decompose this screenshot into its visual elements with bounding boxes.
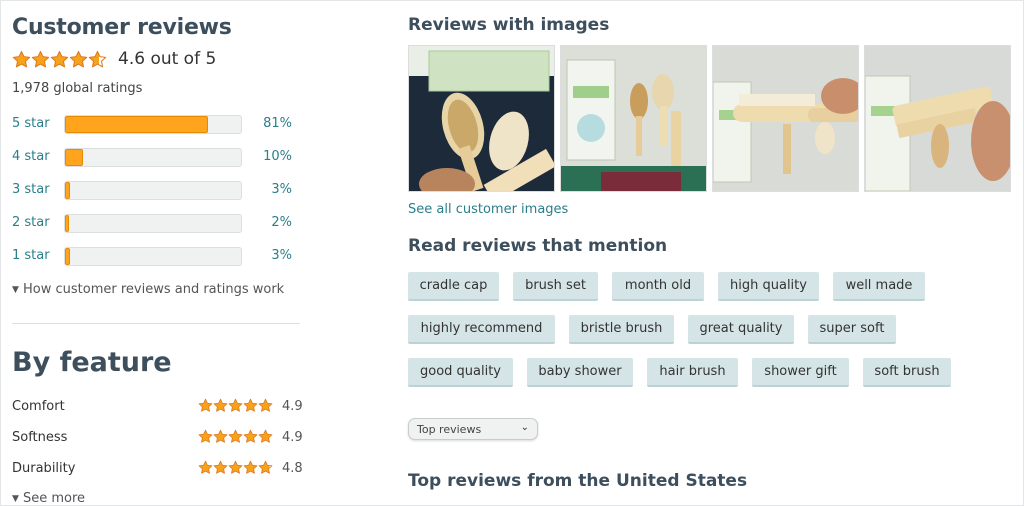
histogram-label[interactable]: 3 star bbox=[12, 182, 50, 197]
chevron-down-icon: ⌄ bbox=[520, 422, 529, 433]
histogram-fill bbox=[65, 116, 208, 133]
histogram-label[interactable]: 4 star bbox=[12, 149, 50, 164]
review-image-4[interactable] bbox=[864, 45, 1011, 192]
review-image-1[interactable] bbox=[408, 45, 555, 192]
feature-stars-icon bbox=[198, 460, 273, 475]
feature-stars-icon bbox=[198, 398, 273, 413]
feature-rating: 4.8 bbox=[282, 461, 303, 476]
divider bbox=[12, 323, 300, 324]
mention-chip[interactable]: high quality bbox=[718, 272, 819, 301]
histogram-row-1[interactable]: 1 star 3% bbox=[12, 246, 302, 266]
histogram-bar[interactable] bbox=[64, 148, 242, 167]
mention-chip[interactable]: brush set bbox=[513, 272, 598, 301]
feature-row-durability: Durability 4.8 bbox=[12, 459, 303, 479]
histogram-percent[interactable]: 3% bbox=[271, 182, 292, 197]
reviews-with-images-heading: Reviews with images bbox=[408, 15, 610, 35]
top-reviews-heading: Top reviews from the United States bbox=[408, 471, 748, 491]
histogram-row-2[interactable]: 2 star 2% bbox=[12, 213, 302, 233]
feature-name: Comfort bbox=[12, 399, 65, 414]
star-icon bbox=[228, 398, 243, 412]
average-rating-row: 4.6 out of 5 bbox=[12, 49, 216, 69]
star-icon bbox=[228, 429, 243, 443]
feature-stars-icon bbox=[198, 429, 273, 444]
chevron-down-icon: ▼ bbox=[12, 285, 19, 295]
global-ratings-count: 1,978 global ratings bbox=[12, 81, 143, 96]
feature-name: Durability bbox=[12, 461, 76, 476]
mention-chip[interactable]: baby shower bbox=[527, 358, 633, 387]
histogram-row-5[interactable]: 5 star 81% bbox=[12, 114, 302, 134]
histogram-fill bbox=[65, 149, 83, 166]
feature-row-comfort: Comfort 4.9 bbox=[12, 397, 303, 417]
sort-reviews-select[interactable]: Top reviews ⌄ bbox=[408, 418, 538, 440]
histogram-row-4[interactable]: 4 star 10% bbox=[12, 147, 302, 167]
bristle-brush-photo-icon bbox=[713, 46, 858, 191]
how-reviews-work-link[interactable]: ▼ How customer reviews and ratings work bbox=[12, 282, 284, 297]
mention-chip[interactable]: cradle cap bbox=[408, 272, 499, 301]
histogram-label[interactable]: 1 star bbox=[12, 248, 50, 263]
star-icon bbox=[198, 398, 213, 412]
histogram-bar[interactable] bbox=[64, 181, 242, 200]
star-icon bbox=[258, 398, 273, 412]
chevron-down-icon: ▼ bbox=[12, 494, 19, 504]
mention-chip[interactable]: good quality bbox=[408, 358, 513, 387]
star-icon bbox=[213, 429, 228, 443]
customer-reviews-heading: Customer reviews bbox=[12, 15, 232, 40]
review-image-3[interactable] bbox=[712, 45, 859, 192]
star-icon bbox=[213, 398, 228, 412]
star-icon bbox=[243, 460, 258, 474]
star-icon bbox=[243, 398, 258, 412]
mention-chip[interactable]: month old bbox=[612, 272, 704, 301]
histogram-bar[interactable] bbox=[64, 115, 242, 134]
mention-chip[interactable]: great quality bbox=[688, 315, 794, 344]
histogram-row-3[interactable]: 3 star 3% bbox=[12, 180, 302, 200]
histogram-label[interactable]: 2 star bbox=[12, 215, 50, 230]
how-reviews-work-text[interactable]: How customer reviews and ratings work bbox=[23, 282, 284, 297]
see-more-features-link[interactable]: ▼ See more bbox=[12, 491, 85, 506]
mention-chip[interactable]: shower gift bbox=[752, 358, 849, 387]
average-rating-stars-icon bbox=[12, 50, 107, 69]
star-icon bbox=[69, 50, 88, 67]
mention-chip[interactable]: highly recommend bbox=[408, 315, 555, 344]
star-icon bbox=[198, 429, 213, 443]
histogram-bar[interactable] bbox=[64, 214, 242, 233]
histogram-fill bbox=[65, 215, 69, 232]
mention-chip[interactable]: well made bbox=[833, 272, 925, 301]
histogram-percent[interactable]: 2% bbox=[271, 215, 292, 230]
see-more-text[interactable]: See more bbox=[23, 491, 85, 506]
star-icon bbox=[258, 460, 273, 474]
feature-rating: 4.9 bbox=[282, 399, 303, 414]
histogram-label[interactable]: 5 star bbox=[12, 116, 50, 131]
star-icon bbox=[228, 460, 243, 474]
review-image-2[interactable] bbox=[560, 45, 707, 192]
histogram-percent[interactable]: 3% bbox=[271, 248, 292, 263]
star-icon bbox=[50, 50, 69, 67]
mentions-heading: Read reviews that mention bbox=[408, 236, 668, 256]
brush-photo-icon bbox=[409, 46, 554, 191]
by-feature-heading: By feature bbox=[12, 347, 172, 378]
feature-name: Softness bbox=[12, 430, 68, 445]
see-all-images-link[interactable]: See all customer images bbox=[408, 202, 568, 217]
brush-set-photo-icon bbox=[561, 46, 706, 191]
star-icon bbox=[198, 460, 213, 474]
sort-selected-value: Top reviews bbox=[417, 422, 482, 436]
star-icon bbox=[243, 429, 258, 443]
histogram-percent[interactable]: 10% bbox=[263, 149, 292, 164]
mention-chip[interactable]: hair brush bbox=[647, 358, 738, 387]
histogram-fill bbox=[65, 182, 71, 199]
feature-rating: 4.9 bbox=[282, 430, 303, 445]
histogram-fill bbox=[65, 248, 71, 265]
histogram-bar[interactable] bbox=[64, 247, 242, 266]
comb-photo-icon bbox=[865, 46, 1010, 191]
star-icon bbox=[88, 50, 107, 67]
mention-chip[interactable]: bristle brush bbox=[569, 315, 674, 344]
star-icon bbox=[31, 50, 50, 67]
mention-chip[interactable]: soft brush bbox=[863, 358, 951, 387]
star-icon bbox=[12, 50, 31, 67]
histogram-percent[interactable]: 81% bbox=[263, 116, 292, 131]
mention-chip[interactable]: super soft bbox=[808, 315, 896, 344]
star-icon bbox=[258, 429, 273, 443]
star-icon bbox=[213, 460, 228, 474]
average-rating-text: 4.6 out of 5 bbox=[118, 49, 217, 69]
feature-row-softness: Softness 4.9 bbox=[12, 428, 303, 448]
